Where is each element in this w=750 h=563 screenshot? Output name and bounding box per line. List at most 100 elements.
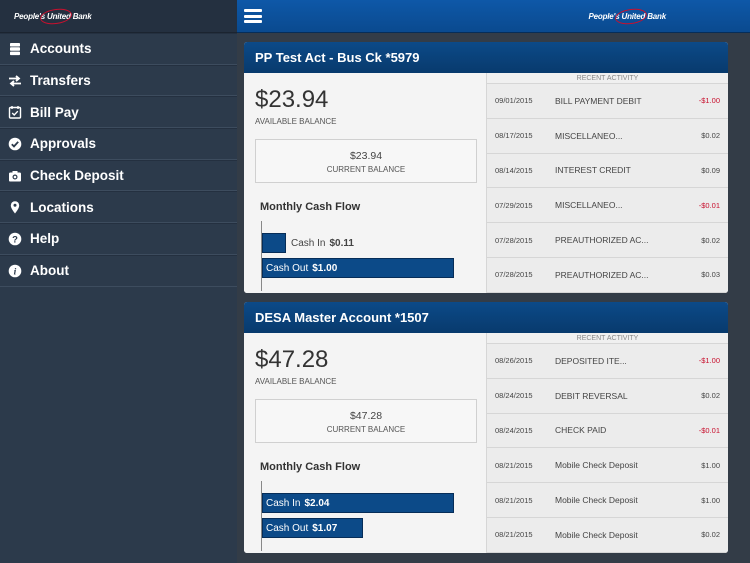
transaction-row[interactable]: 08/21/2015 Mobile Check Deposit $1.00 [487, 483, 728, 518]
approvals-icon [8, 137, 22, 151]
transaction-row[interactable]: 09/01/2015 BILL PAYMENT DEBIT -$1.00 [487, 84, 728, 119]
main-content: People's United Bank PP Test Act - Bus C… [237, 0, 750, 563]
account-title[interactable]: DESA Master Account *1507 [244, 302, 728, 333]
svg-text:i: i [14, 267, 17, 277]
transaction-date: 08/14/2015 [495, 165, 533, 175]
transaction-description: PREAUTHORIZED AC... [555, 235, 649, 246]
transaction-description: Mobile Check Deposit [555, 460, 638, 471]
available-balance-label: AVAILABLE BALANCE [255, 377, 337, 386]
sidebar-item-transfers[interactable]: Transfers [0, 64, 237, 97]
sidebar-item-locations[interactable]: Locations [0, 191, 237, 224]
recent-activity-panel: RECENT ACTIVITY 08/26/2015 DEPOSITED ITE.… [486, 333, 728, 553]
cash-in-text: Cash In [266, 497, 301, 509]
transaction-description: CHECK PAID [555, 425, 607, 436]
top-bar: People's United Bank [237, 0, 750, 33]
transaction-amount: -$1.00 [698, 96, 720, 106]
balance-panel: $47.28 AVAILABLE BALANCE $47.28 CURRENT … [244, 333, 486, 553]
transaction-date: 08/24/2015 [495, 425, 533, 435]
sidebar-item-label: Help [30, 231, 60, 247]
cash-in-bar [262, 233, 286, 253]
info-icon: i [8, 264, 22, 278]
transaction-amount: $1.00 [701, 460, 720, 470]
cash-in-label: Cash In $2.04 [266, 493, 330, 513]
accounts-icon [8, 42, 22, 56]
transaction-row[interactable]: 08/24/2015 CHECK PAID -$0.01 [487, 414, 728, 449]
sidebar-item-accounts[interactable]: Accounts [0, 33, 237, 65]
transaction-amount: $0.02 [701, 530, 720, 540]
transaction-date: 08/17/2015 [495, 131, 533, 141]
transaction-description: DEBIT REVERSAL [555, 390, 628, 401]
transaction-amount: $1.00 [701, 495, 720, 505]
transaction-date: 08/26/2015 [495, 356, 533, 366]
sidebar-item-label: Transfers [30, 73, 91, 89]
account-body: $23.94 AVAILABLE BALANCE $23.94 CURRENT … [244, 73, 728, 293]
current-balance-label: CURRENT BALANCE [326, 165, 406, 174]
transaction-row[interactable]: 08/21/2015 Mobile Check Deposit $0.02 [487, 518, 728, 553]
current-balance-label: CURRENT BALANCE [326, 425, 406, 434]
transaction-date: 07/28/2015 [495, 235, 533, 245]
sidebar-item-about[interactable]: i About [0, 254, 237, 287]
transaction-amount: $0.09 [701, 165, 720, 175]
transaction-date: 09/01/2015 [495, 96, 533, 106]
cash-flow-axis [261, 481, 262, 551]
sidebar-item-label: About [30, 263, 69, 279]
transaction-date: 08/21/2015 [495, 495, 533, 505]
sidebar-menu: Accounts Transfers Bill Pay Approvals Ch… [0, 33, 237, 287]
transaction-date: 08/24/2015 [495, 391, 533, 401]
transaction-row[interactable]: 08/21/2015 Mobile Check Deposit $1.00 [487, 448, 728, 484]
transaction-row[interactable]: 08/17/2015 MISCELLANEO... $0.02 [487, 119, 728, 154]
bill-pay-icon [8, 105, 22, 119]
transaction-amount: $0.02 [701, 235, 720, 245]
sidebar-header: People's United Bank [0, 0, 237, 33]
transaction-row[interactable]: 07/28/2015 PREAUTHORIZED AC... $0.02 [487, 223, 728, 258]
cash-out-amount: $1.00 [312, 262, 338, 274]
transaction-description: Mobile Check Deposit [555, 529, 638, 540]
transaction-date: 08/21/2015 [495, 460, 533, 470]
available-balance-amount: $23.94 [255, 86, 329, 113]
transfers-icon [8, 74, 22, 88]
bank-logo: People's United Bank [588, 11, 667, 21]
transaction-description: Mobile Check Deposit [555, 495, 638, 506]
current-balance-box: $47.28 CURRENT BALANCE [255, 399, 477, 443]
sidebar-item-check-deposit[interactable]: Check Deposit [0, 159, 237, 192]
cash-out-amount: $1.07 [312, 522, 338, 534]
transaction-amount: $0.02 [701, 391, 720, 401]
sidebar-item-label: Check Deposit [30, 168, 124, 184]
current-balance-box: $23.94 CURRENT BALANCE [255, 139, 477, 183]
recent-activity-header: RECENT ACTIVITY [487, 73, 728, 84]
transaction-row[interactable]: 07/28/2015 PREAUTHORIZED AC... $0.03 [487, 258, 728, 293]
transaction-date: 07/28/2015 [495, 270, 533, 280]
sidebar-item-label: Bill Pay [30, 104, 79, 120]
sidebar-item-bill-pay[interactable]: Bill Pay [0, 96, 237, 129]
sidebar-item-approvals[interactable]: Approvals [0, 128, 237, 160]
account-title[interactable]: PP Test Act - Bus Ck *5979 [244, 42, 728, 73]
cash-out-text: Cash Out [266, 262, 309, 274]
location-pin-icon [8, 200, 22, 214]
cash-flow-title: Monthly Cash Flow [260, 461, 361, 473]
bank-logo: People's United Bank [14, 11, 92, 21]
hamburger-menu-icon[interactable] [244, 9, 262, 23]
cash-out-label: Cash Out $1.00 [266, 258, 337, 278]
transaction-row[interactable]: 08/14/2015 INTEREST CREDIT $0.09 [487, 154, 728, 189]
sidebar-item-label: Approvals [30, 136, 97, 152]
help-icon: ? [8, 232, 22, 246]
recent-activity-panel: RECENT ACTIVITY 09/01/2015 BILL PAYMENT D… [486, 73, 728, 293]
transaction-date: 08/21/2015 [495, 530, 533, 540]
sidebar-item-label: Locations [30, 199, 94, 215]
sidebar-item-help[interactable]: ? Help [0, 223, 237, 255]
camera-icon [8, 169, 22, 183]
cash-in-text: Cash In [291, 237, 326, 249]
cash-out-text: Cash Out [266, 522, 309, 534]
cash-flow-title: Monthly Cash Flow [260, 201, 361, 213]
transaction-row[interactable]: 07/29/2015 MISCELLANEO... -$0.01 [487, 188, 728, 224]
transaction-row[interactable]: 08/26/2015 DEPOSITED ITE... -$1.00 [487, 344, 728, 379]
app-window: People's United Bank Accounts Transfers … [0, 0, 750, 563]
cash-in-amount: $0.11 [329, 237, 354, 249]
account-card: PP Test Act - Bus Ck *5979 $23.94 AVAILA… [244, 42, 728, 293]
balance-panel: $23.94 AVAILABLE BALANCE $23.94 CURRENT … [244, 73, 486, 293]
transaction-row[interactable]: 08/24/2015 DEBIT REVERSAL $0.02 [487, 379, 728, 414]
sidebar-item-label: Accounts [30, 41, 92, 57]
current-balance-amount: $23.94 [349, 150, 383, 162]
transaction-description: PREAUTHORIZED AC... [555, 269, 649, 280]
transaction-description: DEPOSITED ITE... [555, 355, 627, 366]
